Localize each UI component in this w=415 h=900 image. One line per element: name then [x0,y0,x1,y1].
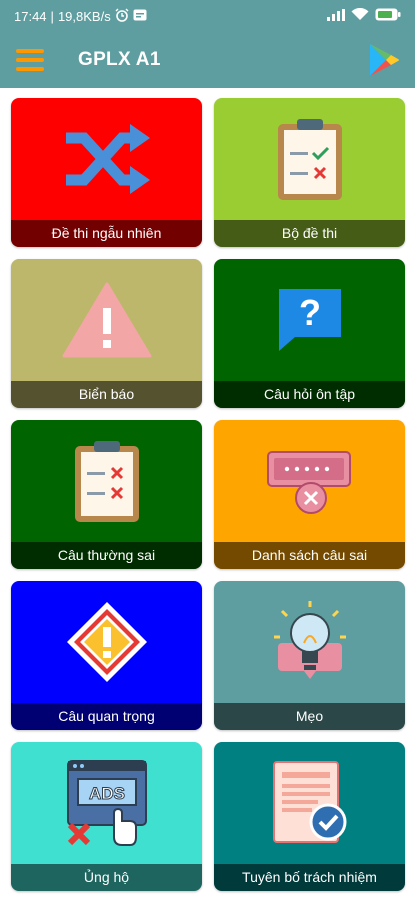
tile-label: Ủng hộ [11,864,202,891]
tile-label: Đề thi ngẫu nhiên [11,220,202,247]
svg-text:?: ? [299,292,321,333]
tile-label: Câu thường sai [11,542,202,569]
content-area: Đề thi ngẫu nhiên Bộ đề thi Biển báo ? C… [0,88,415,900]
ads-support-icon: ADS [11,742,202,864]
tile-label: Danh sách câu sai [214,542,405,569]
ticket-error-icon [214,420,405,542]
tile-review-questions[interactable]: ? Câu hỏi ôn tập [214,259,405,408]
tile-disclaimer[interactable]: Tuyên bố trách nhiệm [214,742,405,891]
tile-label: Tuyên bố trách nhiệm [214,864,405,891]
lightbulb-idea-icon [214,581,405,703]
tile-label: Câu hỏi ôn tập [214,381,405,408]
warning-diamond-icon [11,581,202,703]
google-play-icon[interactable] [367,42,401,78]
hamburger-menu-icon[interactable] [16,40,56,80]
battery-icon [375,8,401,24]
tile-random-exam[interactable]: Đề thi ngẫu nhiên [11,98,202,247]
status-time: 17:44 [14,8,47,24]
tile-label: Câu quan trọng [11,703,202,730]
tile-tips[interactable]: Mẹo [214,581,405,730]
clipboard-check-icon [214,98,405,220]
tile-label: Mẹo [214,703,405,730]
tile-label: Biển báo [11,381,202,408]
tile-wrong-answers-list[interactable]: Danh sách câu sai [214,420,405,569]
status-bar: 17:44 | 19,8KB/s [0,0,415,32]
menu-grid: Đề thi ngẫu nhiên Bộ đề thi Biển báo ? C… [11,98,405,891]
svg-text:ADS: ADS [89,784,125,803]
tile-common-mistakes[interactable]: Câu thường sai [11,420,202,569]
alarm-icon [115,8,129,25]
signal-icon [327,8,345,24]
tile-important-questions[interactable]: Câu quan trọng [11,581,202,730]
clipboard-wrong-icon [11,420,202,542]
wifi-icon [351,7,369,24]
app-bar: GPLX A1 [0,32,415,88]
warning-triangle-icon [11,259,202,381]
app-title: GPLX A1 [78,49,161,70]
tile-road-signs[interactable]: Biển báo [11,259,202,408]
message-icon [133,9,147,24]
tile-exam-sets[interactable]: Bộ đề thi [214,98,405,247]
network-speed: 19,8KB/s [57,8,111,24]
tile-label: Bộ đề thi [214,220,405,247]
tile-support[interactable]: ADS Ủng hộ [11,742,202,891]
shuffle-icon [11,98,202,220]
document-verified-icon [214,742,405,864]
question-bubble-icon: ? [214,259,405,381]
